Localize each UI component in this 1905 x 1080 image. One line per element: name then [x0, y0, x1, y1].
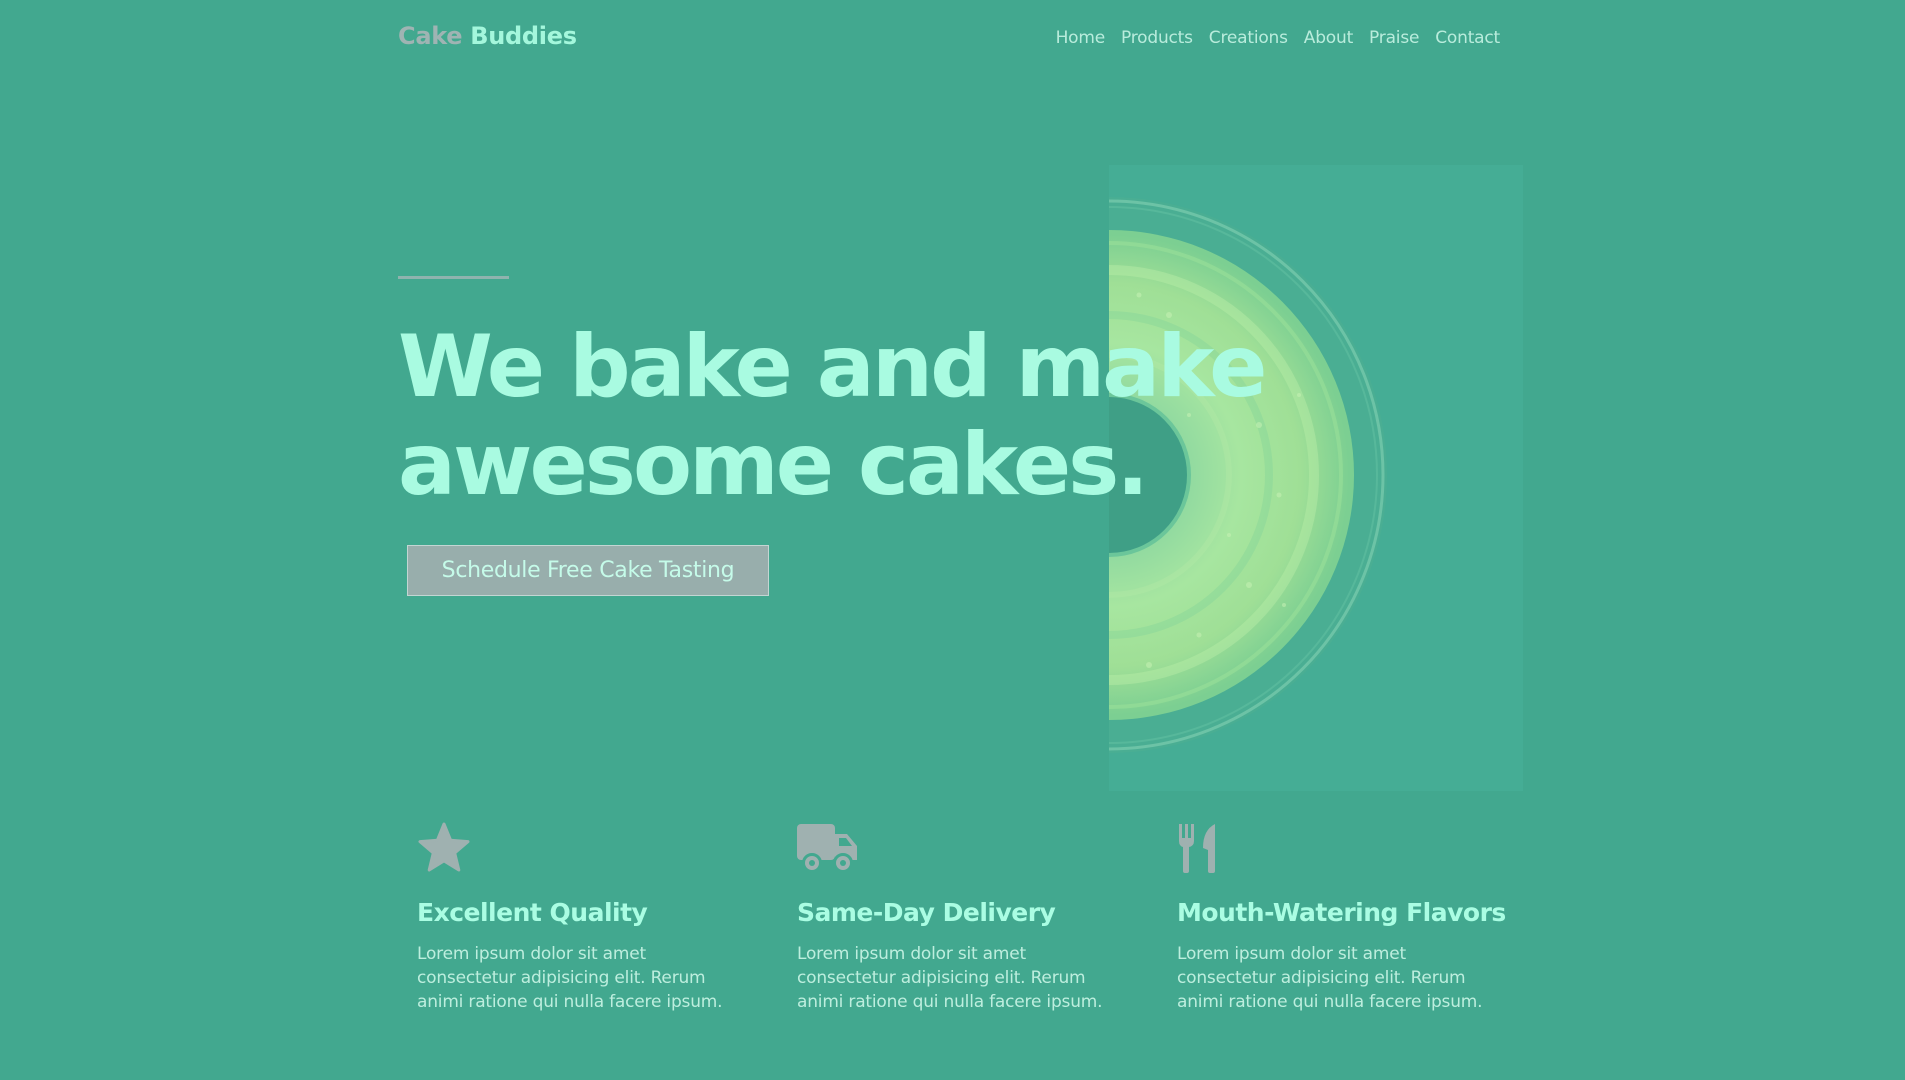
nav-about[interactable]: About — [1304, 28, 1353, 48]
feature-title: Excellent Quality — [417, 898, 648, 927]
nav-products[interactable]: Products — [1121, 28, 1193, 48]
hero-headline-line2: awesome cakes. — [398, 415, 1149, 515]
feature-quality: Excellent Quality Lorem ipsum dolor sit … — [417, 822, 727, 1014]
logo-word-buddies: Buddies — [470, 22, 577, 50]
utensils-icon — [1177, 822, 1487, 874]
hero-headline: We bake and make awesome cakes. — [398, 318, 1278, 514]
truck-icon — [797, 822, 1107, 874]
schedule-tasting-button[interactable]: Schedule Free Cake Tasting — [407, 545, 769, 596]
nav-praise[interactable]: Praise — [1369, 28, 1419, 48]
hero-accent-rule — [398, 276, 509, 279]
feature-title: Mouth-Watering Flavors — [1177, 898, 1506, 927]
site-header: Cake Buddies Home Products Creations Abo… — [398, 22, 1500, 52]
hero-headline-line1: We bake and make — [398, 317, 1267, 417]
feature-title: Same-Day Delivery — [797, 898, 1056, 927]
feature-flavors: Mouth-Watering Flavors Lorem ipsum dolor… — [1177, 822, 1506, 1014]
logo[interactable]: Cake Buddies — [398, 22, 577, 50]
nav-contact[interactable]: Contact — [1435, 28, 1500, 48]
feature-description: Lorem ipsum dolor sit amet consectetur a… — [417, 944, 723, 1012]
feature-delivery: Same-Day Delivery Lorem ipsum dolor sit … — [797, 822, 1107, 1014]
feature-description: Lorem ipsum dolor sit amet consectetur a… — [1177, 944, 1483, 1012]
main-nav: Home Products Creations About Praise Con… — [1056, 28, 1501, 48]
nav-creations[interactable]: Creations — [1209, 28, 1288, 48]
logo-word-cake: Cake — [398, 22, 463, 50]
star-icon — [417, 822, 727, 874]
nav-home[interactable]: Home — [1056, 28, 1106, 48]
feature-description: Lorem ipsum dolor sit amet consectetur a… — [797, 944, 1103, 1012]
